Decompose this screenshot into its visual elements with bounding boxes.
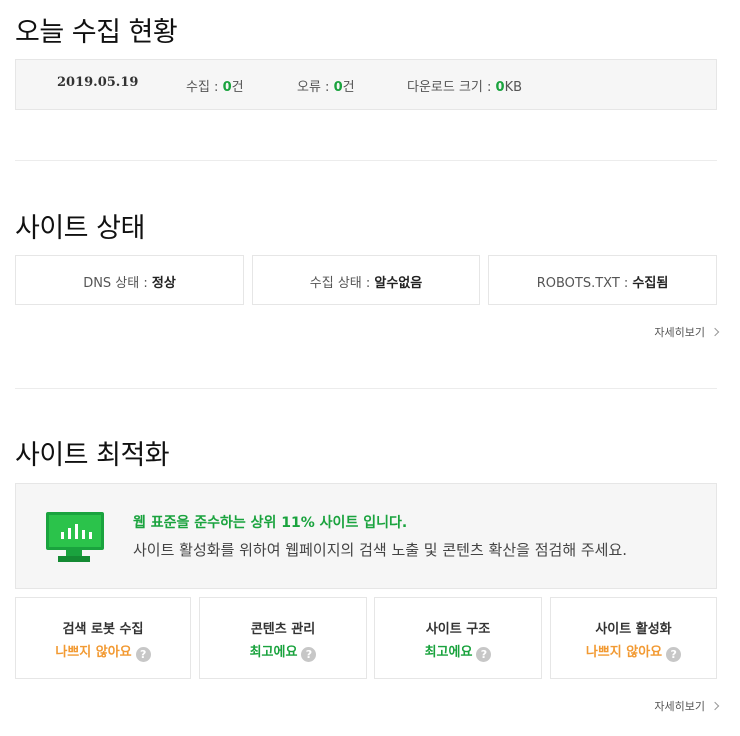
dns-status-label: DNS 상태 : [83, 276, 152, 291]
site-activation-card: 사이트 활성화 나쁘지 않아요? [550, 597, 717, 679]
site-structure-card: 사이트 구조 최고에요? [374, 597, 542, 679]
monitor-base [58, 556, 90, 562]
today-title: 오늘 수집 현황 [15, 17, 178, 48]
help-icon[interactable]: ? [666, 647, 682, 662]
card-title: 사이트 구조 [425, 622, 491, 637]
today-summary-panel: 2019.05.19 수집 : 0건 오류 : 0건 다운로드 크기 : 0KB [15, 59, 717, 110]
optimization-headline: 웹 표준을 준수하는 상위 11% 사이트 입니다. [133, 515, 408, 531]
help-icon[interactable]: ? [476, 647, 492, 662]
robots-status-label: ROBOTS.TXT : [536, 276, 633, 291]
collect-count: 수집 : 0건 [186, 80, 244, 95]
card-rating: 최고에요? [200, 641, 366, 662]
card-title: 사이트 활성화 [595, 622, 672, 637]
today-date: 2019.05.19 [57, 75, 139, 90]
chevron-right-icon [710, 327, 720, 337]
card-title: 콘텐츠 관리 [250, 622, 316, 637]
help-icon[interactable]: ? [301, 647, 317, 662]
download-size: 다운로드 크기 : 0KB [407, 80, 523, 95]
optimization-more-link[interactable]: 자세히보기 [654, 698, 720, 714]
collect-status-label: 수집 상태 : [309, 276, 375, 291]
optimization-summary-panel: 웹 표준을 준수하는 상위 11% 사이트 입니다. 사이트 활성화를 위하여 … [15, 483, 717, 589]
section-divider [15, 160, 717, 161]
optimization-title: 사이트 최적화 [15, 440, 170, 471]
site-status-title: 사이트 상태 [15, 213, 145, 244]
optimization-description: 사이트 활성화를 위하여 웹페이지의 검색 노출 및 콘텐츠 확산을 점검해 주… [133, 541, 628, 559]
collect-status-value: 알수없음 [374, 276, 423, 291]
dns-status-card: DNS 상태 : 정상 [15, 255, 244, 305]
card-rating: 나쁘지 않아요? [551, 641, 716, 662]
collect-status-card: 수집 상태 : 알수없음 [252, 255, 480, 305]
help-icon[interactable]: ? [135, 647, 151, 662]
content-management-card: 콘텐츠 관리 최고에요? [199, 597, 367, 679]
section-divider [15, 388, 717, 389]
search-robot-card: 검색 로봇 수집 나쁘지 않아요? [15, 597, 191, 679]
robots-status-card: ROBOTS.TXT : 수집됨 [488, 255, 717, 305]
dns-status-value: 정상 [151, 276, 176, 291]
site-status-more-link[interactable]: 자세히보기 [654, 324, 720, 340]
robots-status-value: 수집됨 [632, 276, 669, 291]
monitor-chart-icon [46, 512, 104, 550]
card-rating: 나쁘지 않아요? [16, 641, 190, 662]
card-title: 검색 로봇 수집 [62, 622, 144, 637]
card-rating: 최고에요? [375, 641, 541, 662]
chevron-right-icon [710, 701, 720, 711]
error-count: 오류 : 0건 [297, 80, 355, 95]
